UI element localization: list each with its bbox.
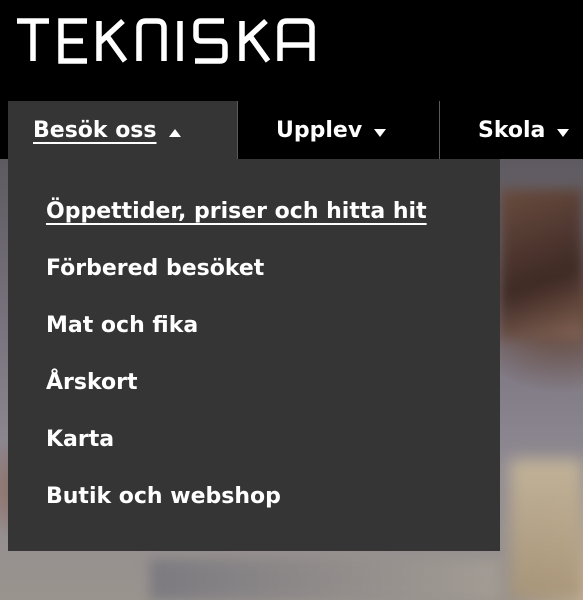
logo-wordmark-icon (17, 18, 315, 64)
nav-item-label: Skola (478, 117, 546, 143)
site-header (0, 0, 583, 101)
main-navigation: Besök oss Upplev Skola (0, 101, 583, 159)
menu-item-forbered-besoket[interactable]: Förbered besöket (46, 256, 264, 281)
nav-item-upplev[interactable]: Upplev (238, 101, 439, 159)
menu-item-butik-och-webshop[interactable]: Butik och webshop (46, 484, 281, 509)
menu-item-mat-och-fika[interactable]: Mat och fika (46, 313, 198, 338)
nav-item-label: Besök oss (33, 117, 157, 143)
caret-down-icon (374, 118, 387, 143)
caret-up-icon (168, 118, 181, 143)
nav-item-besok-oss[interactable]: Besök oss (8, 101, 237, 159)
dropdown-menu-besok-oss: Öppettider, priser och hitta hit Förbere… (8, 159, 500, 551)
caret-down-icon (557, 118, 570, 143)
nav-item-label: Upplev (276, 117, 363, 143)
menu-item-oppettider[interactable]: Öppettider, priser och hitta hit (46, 199, 427, 224)
menu-item-karta[interactable]: Karta (46, 427, 114, 452)
menu-item-arskort[interactable]: Årskort (46, 370, 138, 395)
nav-divider (439, 101, 440, 159)
nav-divider (237, 101, 238, 159)
nav-item-skola[interactable]: Skola (440, 101, 583, 159)
tekniska-logo[interactable] (17, 18, 332, 68)
